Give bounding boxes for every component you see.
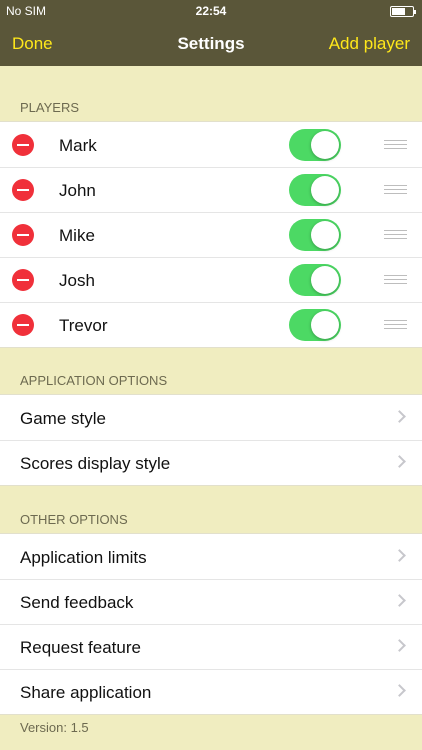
- chevron-right-icon: [393, 549, 406, 562]
- player-row: Trevor: [0, 302, 422, 347]
- chevron-right-icon: [393, 410, 406, 423]
- reorder-handle-icon[interactable]: [384, 140, 407, 150]
- player-enabled-toggle[interactable]: [289, 129, 341, 161]
- section-header-players: PLAYERS: [20, 100, 80, 115]
- option-label: Scores display style: [20, 454, 171, 473]
- battery-icon: [390, 6, 416, 17]
- option-send-feedback[interactable]: Send feedback: [0, 579, 422, 624]
- clock: 22:54: [195, 4, 227, 18]
- player-row: Mark: [0, 122, 422, 167]
- option-game-style[interactable]: Game style: [0, 395, 422, 440]
- option-label: Game style: [20, 409, 106, 428]
- delete-icon[interactable]: [12, 314, 34, 336]
- header: No SIM 22:54 Done Settings Add player: [0, 0, 422, 66]
- navigation-bar: Done Settings Add player: [0, 22, 422, 66]
- player-enabled-toggle[interactable]: [289, 309, 341, 341]
- player-name: Josh: [59, 271, 95, 290]
- player-name: Mark: [59, 136, 97, 155]
- add-player-button[interactable]: Add player: [329, 34, 410, 54]
- application-options-list: Game style Scores display style: [0, 394, 422, 486]
- player-row: Josh: [0, 257, 422, 302]
- option-label: Request feature: [20, 638, 141, 657]
- version-label: Version: 1.5: [20, 720, 89, 735]
- reorder-handle-icon[interactable]: [384, 320, 407, 330]
- player-enabled-toggle[interactable]: [289, 174, 341, 206]
- player-enabled-toggle[interactable]: [289, 264, 341, 296]
- delete-icon[interactable]: [12, 269, 34, 291]
- player-row: John: [0, 167, 422, 212]
- player-name: Mike: [59, 226, 95, 245]
- option-scores-display-style[interactable]: Scores display style: [0, 440, 422, 485]
- player-enabled-toggle[interactable]: [289, 219, 341, 251]
- players-list: Mark John Mike Josh Trevor: [0, 121, 422, 348]
- delete-icon[interactable]: [12, 224, 34, 246]
- option-label: Application limits: [20, 548, 147, 567]
- reorder-handle-icon[interactable]: [384, 275, 407, 285]
- player-name: John: [59, 181, 96, 200]
- delete-icon[interactable]: [12, 134, 34, 156]
- option-share-application[interactable]: Share application: [0, 669, 422, 714]
- delete-icon[interactable]: [12, 179, 34, 201]
- option-application-limits[interactable]: Application limits: [0, 534, 422, 579]
- option-label: Send feedback: [20, 593, 134, 612]
- player-name: Trevor: [59, 316, 108, 335]
- section-header-application-options: APPLICATION OPTIONS: [20, 373, 168, 388]
- reorder-handle-icon[interactable]: [384, 230, 407, 240]
- option-label: Share application: [20, 683, 152, 702]
- chevron-right-icon: [393, 639, 406, 652]
- section-header-other-options: OTHER OPTIONS: [20, 512, 128, 527]
- option-request-feature[interactable]: Request feature: [0, 624, 422, 669]
- other-options-list: Application limits Send feedback Request…: [0, 533, 422, 715]
- status-bar: No SIM 22:54: [0, 0, 422, 22]
- chevron-right-icon: [393, 594, 406, 607]
- chevron-right-icon: [393, 684, 406, 697]
- reorder-handle-icon[interactable]: [384, 185, 407, 195]
- chevron-right-icon: [393, 455, 406, 468]
- player-row: Mike: [0, 212, 422, 257]
